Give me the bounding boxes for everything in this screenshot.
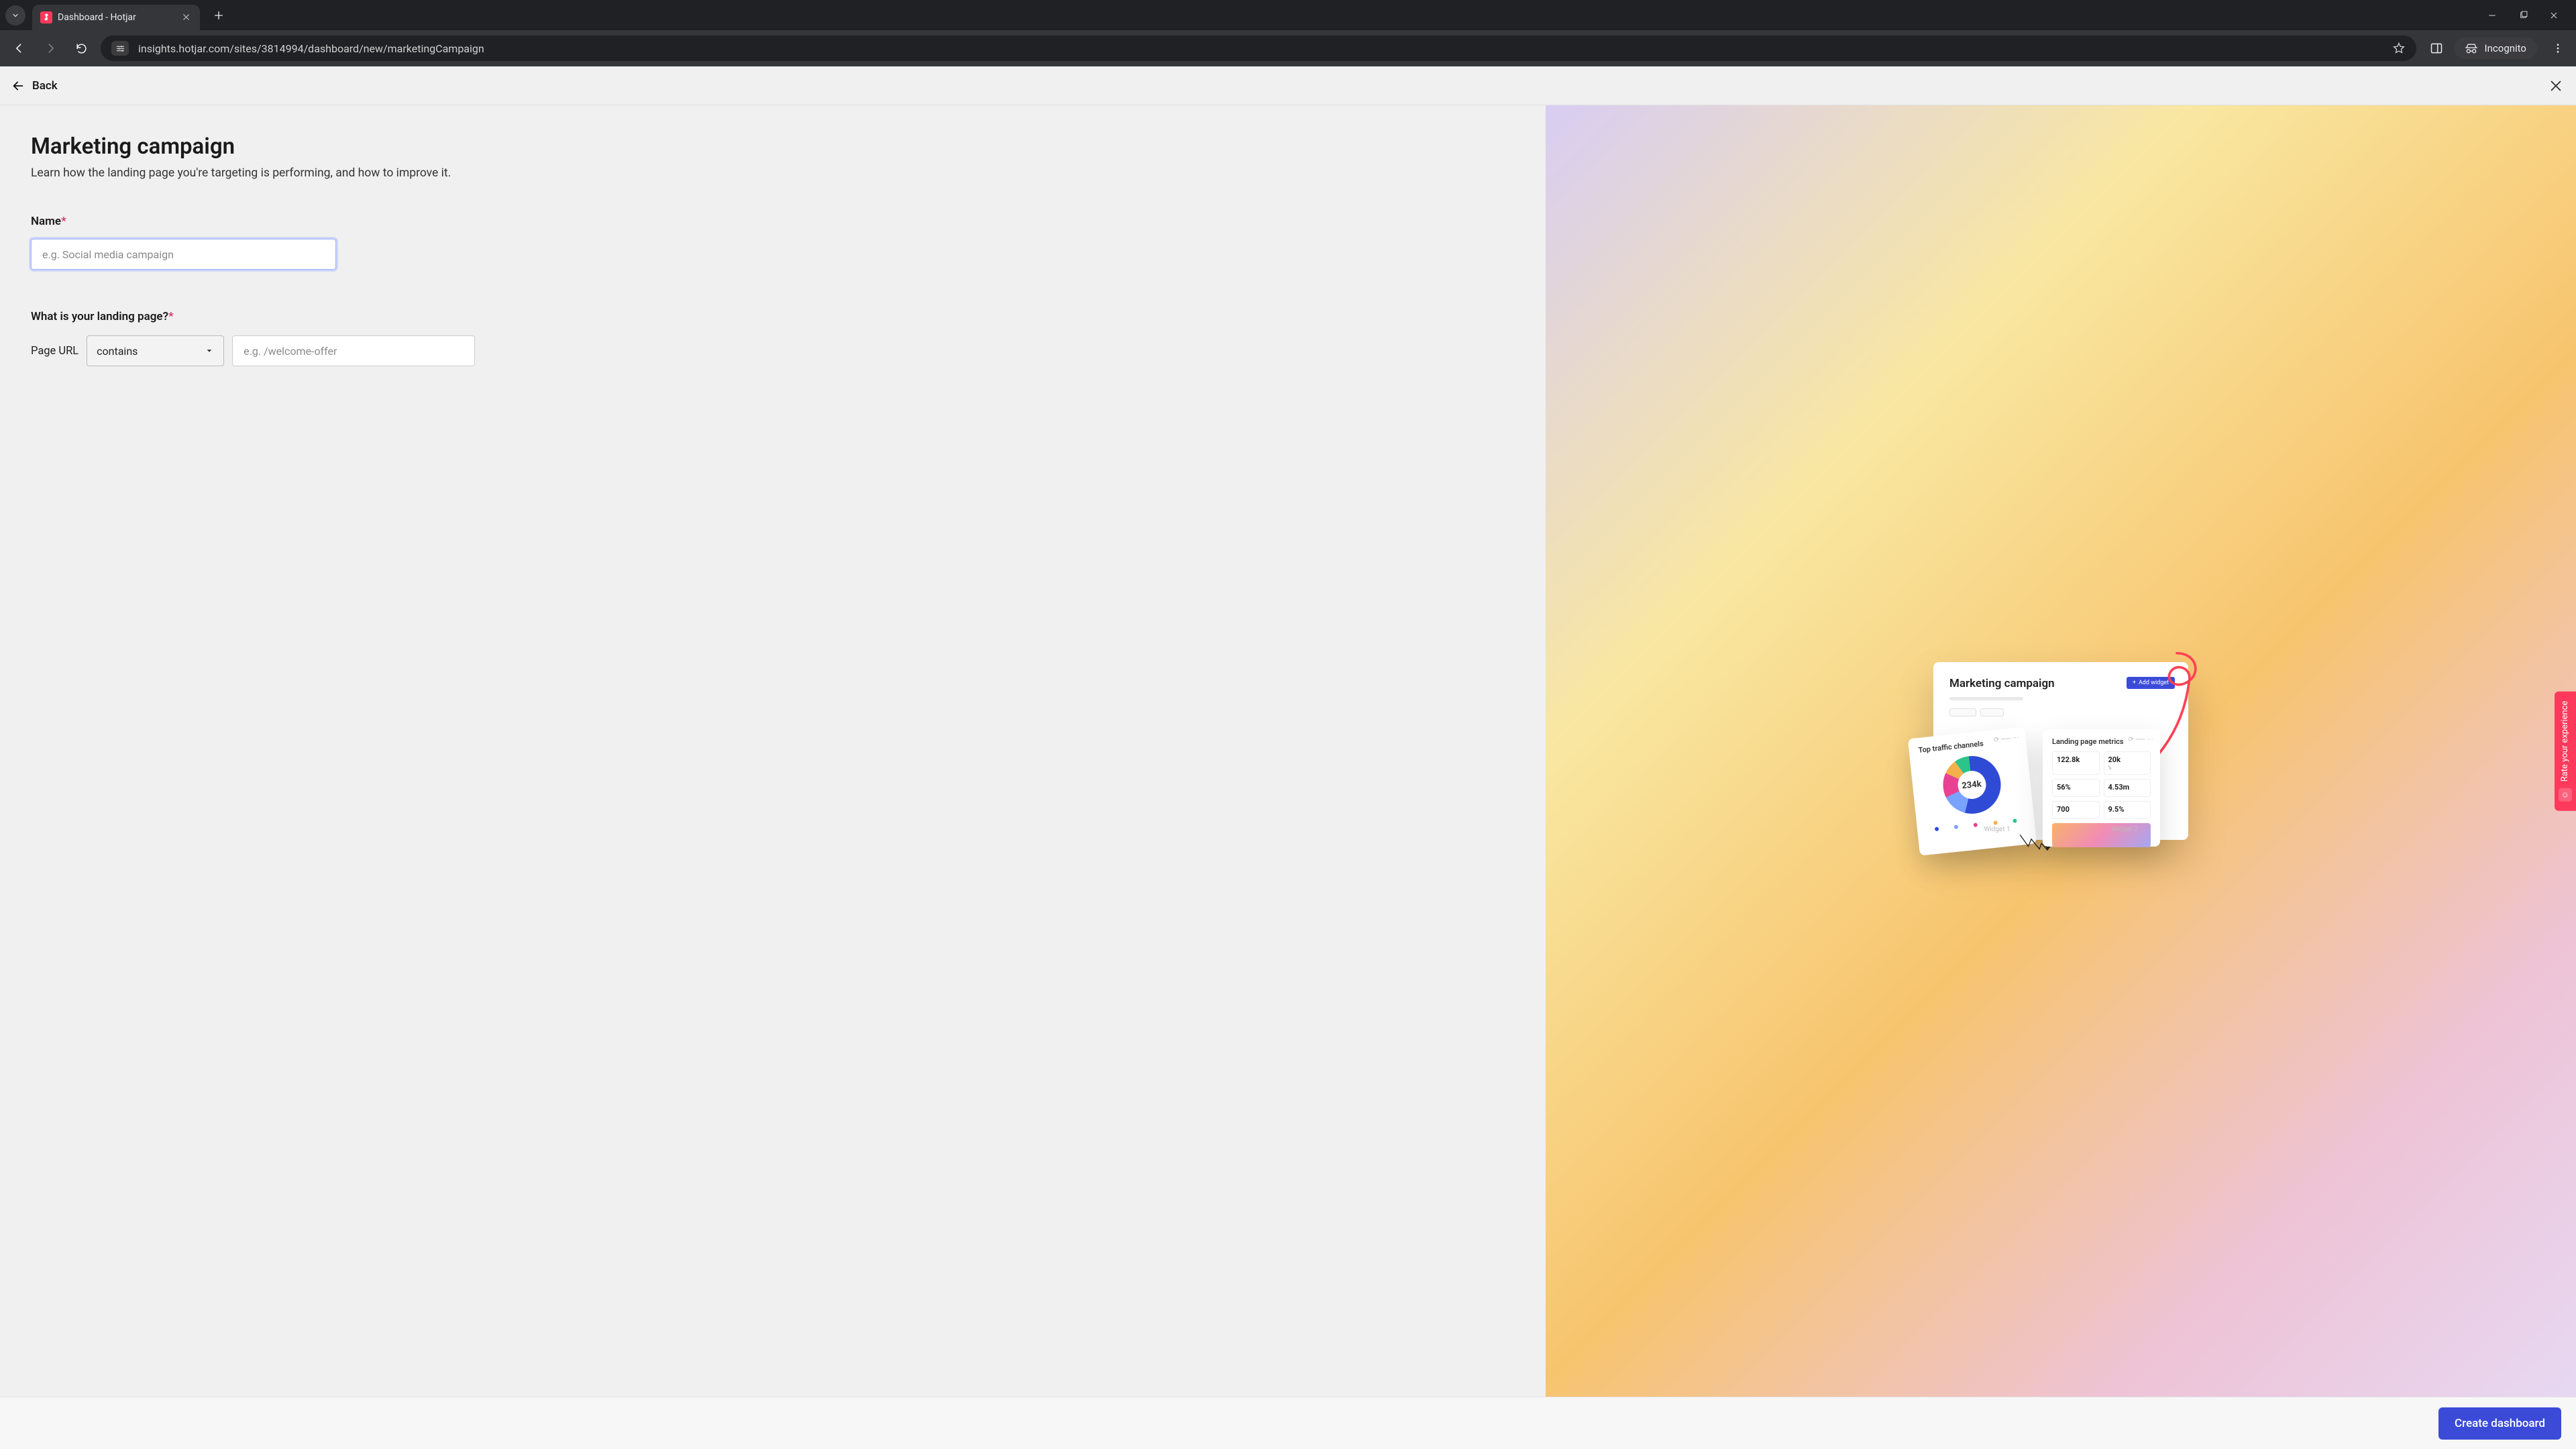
- close-icon: [2548, 78, 2563, 93]
- preview-card: Marketing campaign + Add widget: [1933, 662, 2188, 840]
- landing-page-label-text: What is your landing page?: [31, 310, 168, 323]
- create-dashboard-button[interactable]: Create dashboard: [2438, 1407, 2561, 1440]
- address-bar[interactable]: insights.hotjar.com/sites/3814994/dashbo…: [101, 36, 2416, 61]
- metric-cell: 20k%: [2104, 751, 2151, 775]
- incognito-icon: [2465, 42, 2478, 55]
- metric-value: 9.5%: [2108, 805, 2147, 814]
- metric-value: 122.8k: [2057, 755, 2095, 764]
- tab-search-button[interactable]: [5, 5, 25, 25]
- arrow-left-icon: [11, 78, 25, 93]
- browser-menu-button[interactable]: [2548, 42, 2568, 54]
- dialog-close-button[interactable]: [2546, 76, 2565, 95]
- metrics-grid: 122.8k 20k% 56% 4.53m 700 9.5%: [2052, 751, 2151, 819]
- page-subtitle: Learn how the landing page you're target…: [31, 166, 1515, 180]
- metric-value: 700: [2057, 805, 2095, 814]
- window-maximize-button[interactable]: [2517, 9, 2529, 21]
- panel-icon: [2430, 42, 2443, 55]
- minimize-icon: [2487, 11, 2497, 20]
- caret-down-icon: [205, 346, 214, 356]
- match-type-value: contains: [97, 345, 138, 358]
- preview-footer-label: Widget 2: [2111, 826, 2137, 833]
- tune-icon: [115, 44, 125, 54]
- name-label: Name*: [31, 215, 1515, 228]
- hotjar-favicon-icon: [40, 11, 52, 23]
- feedback-label: Rate your experience: [2560, 700, 2570, 782]
- plus-icon: [213, 10, 224, 21]
- browser-toolbar: insights.hotjar.com/sites/3814994/dashbo…: [0, 30, 2576, 66]
- metric-cell: 56%: [2052, 779, 2100, 797]
- close-icon: [2549, 11, 2559, 20]
- maximize-icon: [2519, 11, 2528, 19]
- preview-chips: [1949, 708, 2172, 716]
- smile-icon: ☺: [2559, 788, 2572, 802]
- metric-cell: 9.5%: [2104, 801, 2151, 819]
- metric-value: 56%: [2057, 783, 2095, 792]
- url-row: Page URL contains: [31, 335, 1515, 366]
- donut-chart: 234k: [1940, 753, 2004, 817]
- metric-value: 4.53m: [2108, 783, 2147, 792]
- plus-icon: +: [2133, 680, 2136, 686]
- preview-donut-card: Top traffic channels ⟳ ── ⋯ 234k: [1908, 727, 2037, 855]
- name-input[interactable]: [31, 239, 336, 270]
- donut-center-value: 234k: [1940, 753, 2004, 817]
- nav-forward-button[interactable]: [39, 37, 62, 60]
- arrow-right-icon: [44, 42, 57, 55]
- name-label-text: Name: [31, 215, 61, 228]
- metric-cell: 700: [2052, 801, 2100, 819]
- back-label: Back: [32, 79, 58, 93]
- back-button[interactable]: Back: [11, 78, 58, 93]
- bookmark-button[interactable]: [2392, 42, 2406, 55]
- feedback-tab[interactable]: Rate your experience ☺: [2555, 691, 2576, 811]
- form-panel: Marketing campaign Learn how the landing…: [0, 105, 1546, 1397]
- metric-cell: 4.53m: [2104, 779, 2151, 797]
- page-title: Marketing campaign: [31, 133, 1515, 160]
- close-icon: [182, 13, 191, 21]
- preview-footer: Widget 1 Widget 2: [1933, 826, 2188, 833]
- browser-tab[interactable]: Dashboard - Hotjar: [32, 5, 200, 30]
- page-url-label: Page URL: [31, 345, 78, 358]
- landing-page-label: What is your landing page?*: [31, 310, 1515, 323]
- required-asterisk: *: [168, 310, 174, 323]
- star-icon: [2392, 42, 2406, 55]
- metric-value: 20k: [2108, 755, 2147, 764]
- metric-cell: 122.8k: [2052, 751, 2100, 775]
- reload-icon: [75, 42, 88, 55]
- preview-chip: [1980, 708, 2004, 716]
- nav-reload-button[interactable]: [70, 37, 93, 60]
- chevron-down-icon: [11, 11, 19, 19]
- nav-back-button[interactable]: [8, 37, 31, 60]
- metric-sub: %: [2108, 765, 2147, 771]
- required-asterisk: *: [61, 215, 66, 228]
- browser-tabstrip: Dashboard - Hotjar: [0, 0, 2576, 30]
- window-close-button[interactable]: [2548, 9, 2560, 21]
- card-menu-icon: ⟳ ── ⋯: [2128, 736, 2153, 743]
- toolbar-actions: Incognito: [2424, 38, 2568, 59]
- kebab-icon: [2552, 42, 2564, 54]
- incognito-indicator[interactable]: Incognito: [2454, 38, 2537, 59]
- tab-close-button[interactable]: [180, 11, 192, 23]
- preview-subbar: [1949, 697, 2023, 700]
- preview-chip: [1949, 708, 1976, 716]
- match-type-select[interactable]: contains: [87, 335, 224, 366]
- arrow-left-icon: [13, 42, 26, 55]
- app-header: Back: [0, 66, 2576, 105]
- site-info-button[interactable]: [111, 41, 129, 56]
- tab-title: Dashboard - Hotjar: [58, 12, 136, 23]
- page-url-input[interactable]: [232, 335, 475, 366]
- window-controls: [2486, 9, 2571, 21]
- app-root: Back Marketing campaign Learn how the la…: [0, 66, 2576, 1449]
- incognito-label: Incognito: [2485, 42, 2526, 54]
- app-body: Marketing campaign Learn how the landing…: [0, 105, 2576, 1397]
- app-footer: Create dashboard: [0, 1397, 2576, 1449]
- url-text: insights.hotjar.com/sites/3814994/dashbo…: [138, 42, 484, 55]
- side-panel-button[interactable]: [2430, 42, 2443, 55]
- new-tab-button[interactable]: [209, 6, 228, 25]
- window-minimize-button[interactable]: [2486, 9, 2498, 21]
- preview-panel: Marketing campaign + Add widget: [1546, 105, 2576, 1397]
- preview-footer-label: Widget 1: [1984, 826, 2010, 833]
